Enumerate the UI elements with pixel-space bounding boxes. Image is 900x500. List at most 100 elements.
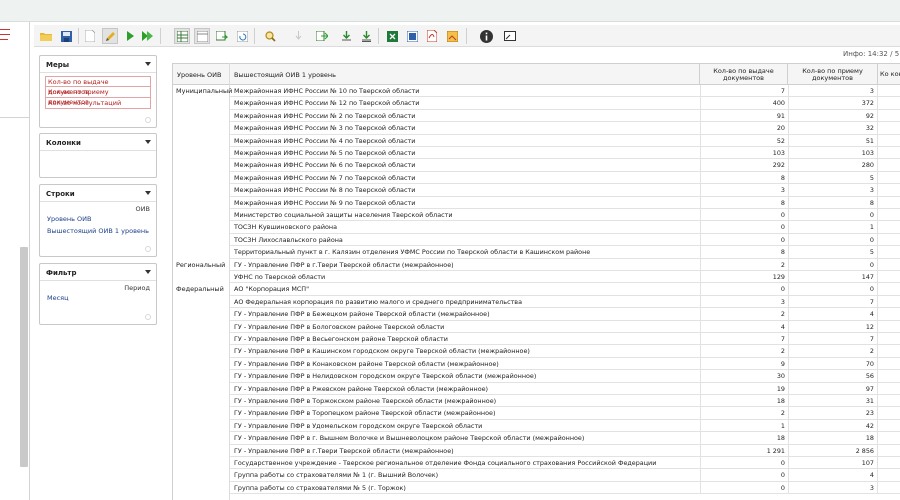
table-row[interactable]: Группа работы со страхователями № 5 (г. … (230, 481, 900, 495)
row-dimension-item[interactable]: Уровень ОИВ (40, 213, 156, 225)
table-row[interactable]: Группа работы со страхователями № 1 (г. … (230, 469, 900, 482)
row-dimension-item[interactable]: Вышестоящий ОИВ 1 уровень (40, 225, 156, 237)
new-document-icon[interactable] (82, 28, 98, 44)
fullscreen-icon[interactable] (502, 28, 518, 44)
rows-panel-header[interactable]: Строки (40, 185, 156, 201)
table-row[interactable]: УФНС по Тверской области 129 147 (230, 271, 900, 284)
table-row[interactable]: Государственное учреждение - Тверское ре… (230, 457, 900, 470)
cell-issue: 0 (700, 283, 788, 296)
panel-circle-icon[interactable] (145, 246, 151, 252)
chevron-down-icon[interactable] (145, 191, 151, 195)
columns-panel-header[interactable]: Колонки (40, 134, 156, 150)
table-row[interactable]: Межрайонная ИФНС России № 8 по Тверской … (230, 184, 900, 197)
row-name: ГУ - Управление ПФР в г.Твери Тверской о… (234, 260, 454, 269)
refresh-icon[interactable] (234, 28, 250, 44)
table-row[interactable]: ГУ - Управление ПФР в Бежецком районе Тв… (230, 308, 900, 321)
row-name: ГУ - Управление ПФР в Торопецком районе … (234, 409, 496, 418)
transfer-icon[interactable] (314, 28, 330, 44)
panel-circle-icon[interactable] (145, 314, 151, 320)
pdf-icon[interactable] (424, 28, 440, 44)
table-row[interactable]: ГУ - Управление ПФР в Весьегонском район… (230, 333, 900, 346)
table-row[interactable]: ГУ - Управление ПФР в Нелидовском городс… (230, 370, 900, 383)
run-all-icon[interactable] (140, 28, 156, 44)
measure-item[interactable]: Кол-во консультаций (45, 98, 151, 109)
table-row[interactable]: ГУ - Управление ПФР в Торопецком районе … (230, 407, 900, 420)
row-name: Территориальный пункт в г. Калязин отдел… (234, 248, 591, 257)
table-row[interactable]: Межрайонная ИФНС России № 5 по Тверской … (230, 147, 900, 160)
header-issue[interactable]: Кол-во по выдаче документов (700, 64, 788, 85)
image-export-icon[interactable] (444, 28, 460, 44)
table-row[interactable]: Межрайонная ИФНС России № 3 по Тверской … (230, 122, 900, 135)
measure-item[interactable]: Кол-во по приему документов (45, 87, 151, 106)
table-row[interactable]: ГУ - Управление ПФР в Торжокском районе … (230, 395, 900, 408)
collapsed-link[interactable] (0, 37, 12, 43)
info-icon[interactable] (478, 28, 494, 44)
row-name: Межрайонная ИФНС России № 3 по Тверской … (234, 124, 416, 133)
table-row[interactable]: ГУ - Управление ПФР в Удомельском городс… (230, 419, 900, 433)
row-name: ГУ - Управление ПФР в Кашинском городско… (234, 347, 530, 356)
cell-accept: 7 (788, 295, 878, 308)
table-view-icon[interactable] (194, 28, 210, 44)
row-name: АО "Корпорация МСП" (234, 285, 310, 294)
cell-accept: 147 (788, 271, 878, 283)
search-icon[interactable] (262, 28, 278, 44)
chevron-down-icon[interactable] (145, 140, 151, 144)
cell-issue: 1 (700, 419, 788, 432)
cell-issue: 0 (700, 209, 788, 221)
edit-pencil-icon[interactable] (102, 28, 118, 44)
table-row[interactable]: Межрайонная ИФНС России № 4 по Тверской … (230, 134, 900, 147)
table-row[interactable]: Территориальный пункт в г. Калязин отдел… (230, 246, 900, 259)
table-row[interactable]: ТОСЗН Лихославльского района 0 0 (230, 233, 900, 247)
grid-view-icon[interactable] (174, 28, 190, 44)
cell-issue: 19 (700, 382, 788, 395)
table-row[interactable]: ГУ - Управление ПФР в Конаковском районе… (230, 357, 900, 371)
chevron-down-icon[interactable] (145, 62, 151, 66)
header-consultations[interactable]: Ко конс (878, 64, 900, 85)
filter-item[interactable]: Месяц (40, 292, 156, 304)
chevron-down-icon[interactable] (145, 270, 151, 274)
table-row[interactable]: ГУ - Управление ПФР в г. Вышнем Волочке … (230, 432, 900, 445)
measures-panel-header[interactable]: Меры (40, 56, 156, 72)
table-row[interactable]: ГУ - Управление ПФР в г.Твери Тверской о… (230, 258, 900, 271)
save-icon[interactable] (58, 28, 74, 44)
data-grid: Уровень ОИВ Вышестоящий ОИВ 1 уровень Ко… (172, 63, 900, 500)
table-row[interactable]: ГУ - Управление ПФР в Кашинском городско… (230, 345, 900, 358)
sort-down-icon[interactable] (290, 28, 306, 44)
row-name: ГУ - Управление ПФР в Весьегонском район… (234, 335, 448, 343)
row-name: Межрайонная ИФНС России № 7 по Тверской … (234, 173, 416, 182)
cell-accept: 3 (788, 184, 878, 197)
filter-panel-header[interactable]: Фильтр (40, 264, 156, 280)
table-row[interactable]: ГУ - Управление ПФР в Ржевском районе Тв… (230, 382, 900, 395)
word-icon[interactable] (404, 28, 420, 44)
table-row[interactable]: АО Федеральная корпорация по развитию ма… (230, 295, 900, 309)
table-row[interactable]: Межрайонная ИФНС России № 12 по Тверской… (230, 97, 900, 110)
cell-accept: 3 (788, 481, 878, 494)
panel-circle-icon[interactable] (145, 117, 151, 123)
run-icon[interactable] (122, 28, 138, 44)
table-row[interactable]: Межрайонная ИФНС России № 9 по Тверской … (230, 196, 900, 209)
header-level[interactable]: Уровень ОИВ (173, 64, 230, 85)
scrollbar[interactable] (20, 247, 28, 467)
table-row[interactable]: Межрайонная ИФНС России № 10 по Тверской… (230, 85, 900, 98)
cell-issue: 8 (700, 171, 788, 184)
table-row[interactable]: ГУ - Управление ПФР в Бологовском районе… (230, 320, 900, 333)
header-parent[interactable]: Вышестоящий ОИВ 1 уровень (230, 64, 700, 85)
open-folder-icon[interactable] (38, 28, 54, 44)
table-row[interactable]: Межрайонная ИФНС России № 7 по Тверской … (230, 171, 900, 185)
row-name: Государственное учреждение - Тверское ре… (234, 459, 657, 467)
table-row[interactable]: ТОСЗН Кувшиновского района 0 1 (230, 221, 900, 234)
table-row[interactable]: ГУ - Управление ПФР в г.Твери Тверской о… (230, 444, 900, 457)
grid-header: Уровень ОИВ Вышестоящий ОИВ 1 уровень Ко… (173, 63, 900, 85)
table-row[interactable]: Межрайонная ИФНС России № 6 по Тверской … (230, 159, 900, 172)
row-name: Министерство социальной защиты населения… (234, 211, 453, 219)
table-row[interactable]: Межрайонная ИФНС России № 2 по Тверской … (230, 109, 900, 123)
download-all-icon[interactable] (358, 28, 374, 44)
table-row[interactable]: Министерство социальной защиты населения… (230, 209, 900, 222)
table-row[interactable]: АО "Корпорация МСП" 0 0 (230, 283, 900, 296)
download-icon[interactable] (338, 28, 354, 44)
excel-icon[interactable] (384, 28, 400, 44)
export-grid-icon[interactable] (214, 28, 230, 44)
row-name: АО Федеральная корпорация по развитию ма… (234, 297, 522, 306)
header-accept[interactable]: Кол-во по приему документов (788, 64, 878, 85)
measure-item[interactable]: Кол-во по выдаче документов (45, 76, 151, 96)
